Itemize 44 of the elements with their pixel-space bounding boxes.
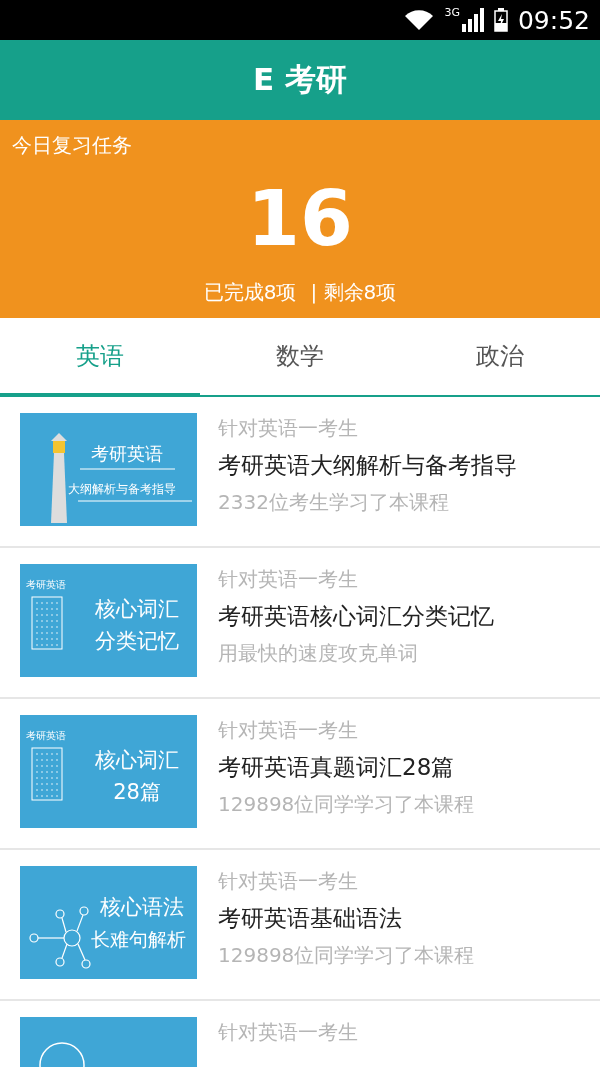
course-item[interactable]: 考研英语 核心词汇 分类记忆 针对英语一考生 考研英语核心词汇分类记忆 用最快的速度攻克单词: [0, 548, 600, 699]
course-note: 2332位考生学习了本课程: [218, 489, 450, 516]
signal-icon: [461, 8, 484, 32]
task-count: 16: [246, 181, 354, 257]
course-note: 用最快的速度攻克单词: [218, 640, 419, 667]
course-title: 考研英语核心词汇分类记忆: [218, 602, 494, 631]
cover-subtitle: 分类记忆: [95, 629, 179, 653]
network-icon: [29, 906, 91, 969]
subject-tab[interactable]: 数学: [200, 318, 400, 397]
course-item[interactable]: 考研英语 核心词汇 28篇 针对英语一考生 考研英语真题词汇28篇 129898位同学学习了本课程: [0, 699, 600, 850]
course-audience: 针对英语一考生: [218, 717, 359, 744]
cover-title: 核心语法: [100, 895, 184, 919]
cover-tag: 考研英语: [26, 730, 66, 741]
network-type: 3G: [444, 6, 460, 19]
course-note: 129898位同学学习了本课程: [218, 942, 475, 969]
course-item[interactable]: 核心语法 长难句解析 针对英语一考生 考研英语基础语法 129898位同学学习了本课程: [0, 850, 600, 1001]
word-list-icon: [31, 747, 63, 801]
cover-tag: 考研英语: [26, 579, 66, 590]
course-audience: 针对英语一考生: [218, 566, 359, 593]
course-note: 129898位同学学习了本课程: [218, 791, 475, 818]
clock: 09:52: [517, 5, 590, 35]
course-audience: 针对英语一考生: [218, 1019, 358, 1046]
cover-title: 考研英语: [91, 443, 163, 464]
course-audience: 针对英语一考生: [218, 415, 359, 442]
course-title: 考研英语真题词汇28篇: [218, 753, 456, 782]
course-title: 考研英语基础语法: [218, 904, 403, 933]
cover-subtitle: 28篇: [113, 780, 161, 804]
app-title: E 考研: [253, 60, 347, 99]
subject-tab[interactable]: 政治: [400, 318, 600, 397]
course-title: 考研英语大纲解析与备考指导: [218, 451, 517, 480]
battery-charging-icon: [493, 8, 508, 32]
completed-count: 已完成8项: [203, 279, 297, 306]
lighthouse-icon: [51, 433, 67, 523]
word-list-icon: [31, 596, 63, 650]
ring-icon: [39, 1042, 85, 1067]
remaining-count: | 剩余8项: [310, 279, 397, 306]
wifi-icon: [404, 9, 435, 31]
cover-subtitle: 大纲解析与备考指导: [68, 482, 176, 496]
course-item[interactable]: 考研英语 大纲解析与备考指导 针对英语一考生 考研英语大纲解析与备考指导 2332位考生学习了本课程: [0, 397, 600, 548]
cover-title: 核心词汇: [95, 597, 179, 621]
cover-title: 核心词汇: [95, 748, 179, 772]
review-label: 今日复习任务: [12, 132, 133, 159]
cover-subtitle: 长难句解析: [90, 928, 186, 950]
course-audience: 针对英语一考生: [218, 868, 359, 895]
